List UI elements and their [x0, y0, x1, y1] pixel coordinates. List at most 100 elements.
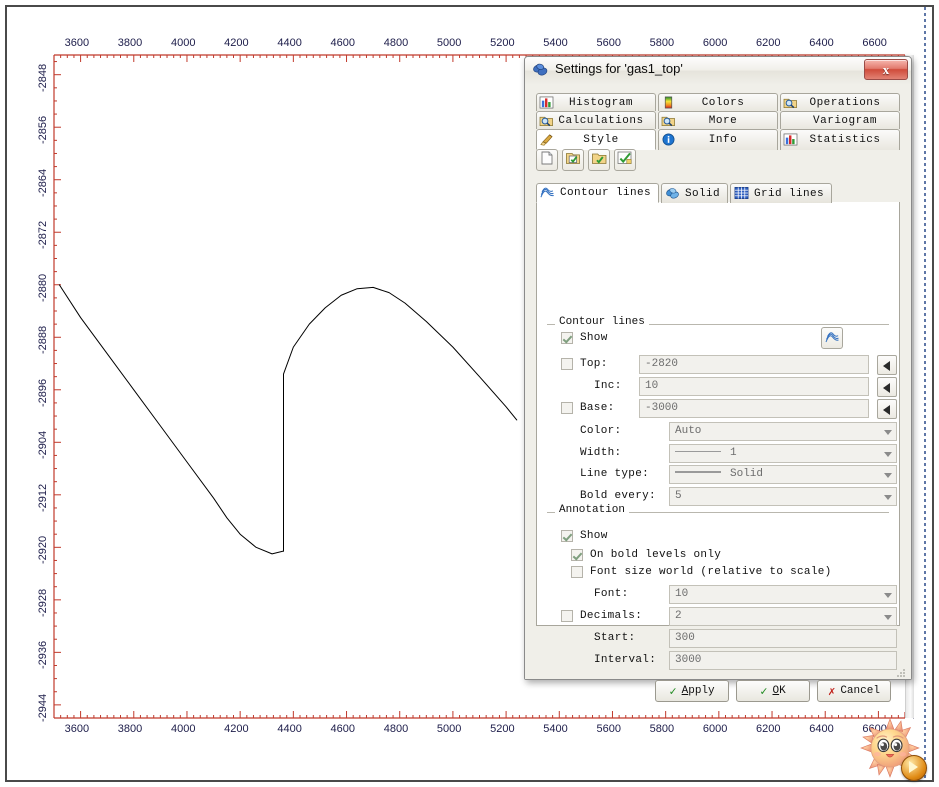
contour-inc-label: Inc:	[594, 380, 622, 392]
y-tick-label: -2912	[37, 483, 49, 512]
load-settings-button[interactable]	[588, 149, 610, 171]
x-tick-label: 4200	[224, 37, 249, 49]
tab-calculations[interactable]: Calculations	[536, 111, 656, 129]
x-tick-label: 4600	[330, 37, 356, 49]
tab-style[interactable]: Style	[536, 129, 656, 150]
tab-info[interactable]: Info	[658, 129, 778, 150]
y-tick-label: -2928	[37, 588, 49, 617]
dialog-title-bar[interactable]: Settings for 'gas1_top' x	[525, 57, 911, 85]
apply-settings-button[interactable]	[614, 149, 636, 171]
dialog-title-text: Settings for 'gas1_top'	[555, 61, 683, 76]
annotation-on-bold-levels-only-checkbox[interactable]	[571, 549, 583, 561]
panel-tab-label: Contour lines	[560, 187, 652, 199]
tab-operations[interactable]: Operations	[780, 93, 900, 111]
dialog-toolbar	[536, 149, 636, 171]
annotation-show-checkbox[interactable]	[561, 530, 573, 542]
y-tick-label: -2872	[37, 221, 49, 250]
cancel-button-label: Cancel	[840, 685, 880, 697]
close-button[interactable]: x	[864, 59, 908, 80]
x-tick-label: 3600	[64, 723, 90, 735]
settings-dialog: Settings for 'gas1_top' x Histogram Colo…	[524, 56, 912, 702]
combo-value: Auto	[675, 425, 702, 437]
y-tick-label: -2896	[37, 378, 49, 407]
annotation-decimals-checkbox[interactable]	[561, 610, 573, 622]
folder-check-icon	[591, 151, 607, 170]
tab-row: Histogram Colors Operations	[536, 93, 900, 111]
contour-inc-input[interactable]: 10	[639, 377, 869, 396]
x-tick-label: 5200	[490, 37, 515, 49]
annotation-group-title: Annotation	[555, 504, 630, 516]
ok-button[interactable]: ✓ OK	[736, 680, 810, 702]
tab-statistics[interactable]: Statistics	[780, 129, 900, 150]
tab-label: Calculations	[558, 114, 644, 127]
apply-button[interactable]: ✓ Apply	[655, 680, 729, 702]
annotation-check-row: Show	[561, 527, 608, 545]
tab-histogram[interactable]: Histogram	[536, 93, 656, 111]
style-panel-tabs: Contour lines Solid Grid lines	[536, 183, 900, 203]
panel-tab-grid-lines[interactable]: Grid lines	[730, 183, 833, 203]
contour-line-type-combo[interactable]: Solid	[669, 465, 897, 484]
window-right-scroll-strip[interactable]	[920, 7, 932, 780]
annotation-check-row: Font size world (relative to scale)	[571, 563, 832, 581]
x-tick-label: 5200	[490, 723, 515, 735]
contour-base-label: Base:	[580, 402, 615, 414]
contour-bold-every-combo[interactable]: 5	[669, 487, 897, 506]
save-settings-button[interactable]	[562, 149, 584, 171]
annotation-decimals-combo[interactable]: 2	[669, 607, 897, 626]
annotation-font-size-world-relative-to-scale-checkbox[interactable]	[571, 566, 583, 578]
x-tick-label: 6000	[702, 723, 728, 735]
panel-tab-solid[interactable]: Solid	[661, 183, 729, 203]
contour-field-row: Inc: 10	[561, 377, 897, 397]
panel-tab-label: Solid	[685, 187, 721, 200]
magnifier-folder-icon	[661, 114, 677, 128]
y-tick-label: -2944	[37, 693, 49, 722]
contour-inc-spinner[interactable]	[877, 377, 897, 397]
new-document-button[interactable]	[536, 149, 558, 171]
annotation-font-label: Font:	[594, 588, 629, 600]
x-tick-label: 5800	[649, 723, 675, 735]
tab-label: Colors	[701, 96, 745, 109]
contour-base-spinner[interactable]	[877, 399, 897, 419]
x-tick-label: 4800	[383, 37, 409, 49]
tab-label: Info	[708, 134, 738, 146]
contour-line-type-label: Line type:	[580, 468, 650, 480]
contour-combo-row: Width: 1	[561, 444, 897, 464]
dialog-button-row: ✓ Apply ✓ OK ✗ Cancel	[525, 636, 911, 702]
panel-tab-label: Grid lines	[754, 187, 825, 200]
contour-top-spinner[interactable]	[877, 355, 897, 375]
contour-top-input[interactable]: -2820	[639, 355, 869, 374]
y-tick-label: -2904	[37, 431, 49, 460]
contour-width-combo[interactable]: 1	[669, 444, 897, 463]
annotation-check-label: Show	[580, 530, 608, 542]
panel-tab-contour-lines[interactable]: Contour lines	[536, 183, 660, 203]
tab-variogram[interactable]: Variogram	[780, 111, 900, 129]
histogram-icon	[539, 96, 555, 110]
annotation-check-label: Font size world (relative to scale)	[590, 566, 832, 578]
none	[783, 114, 799, 128]
sun-smiley-mascot	[860, 718, 927, 781]
y-tick-label: -2888	[37, 326, 49, 355]
cancel-button[interactable]: ✗ Cancel	[817, 680, 891, 702]
contour-top-checkbox[interactable]	[561, 358, 573, 370]
x-tick-label: 4400	[277, 723, 302, 735]
x-tick-label: 3600	[64, 37, 90, 49]
y-tick-label: -2848	[37, 63, 49, 92]
combo-value: 1	[730, 447, 737, 459]
contour-base-checkbox[interactable]	[561, 402, 573, 414]
combo-value: 2	[675, 610, 682, 622]
contour-lines-icon	[540, 186, 556, 201]
save-check-icon	[565, 151, 581, 170]
resize-grip[interactable]	[896, 665, 906, 677]
contour-preview-button[interactable]	[821, 327, 843, 349]
annotation-font-combo[interactable]: 10	[669, 585, 897, 604]
chevron-down-icon	[884, 452, 892, 457]
contour-base-input[interactable]: -3000	[639, 399, 869, 418]
tab-colors[interactable]: Colors	[658, 93, 778, 111]
red-x-icon: ✗	[828, 684, 836, 699]
tab-label: Statistics	[809, 134, 881, 146]
annotation-check-label: On bold levels only	[590, 549, 722, 561]
contour-color-combo[interactable]: Auto	[669, 422, 897, 441]
tab-more[interactable]: More	[658, 111, 778, 129]
contour-show-checkbox[interactable]	[561, 332, 573, 344]
close-icon: x	[882, 62, 890, 77]
